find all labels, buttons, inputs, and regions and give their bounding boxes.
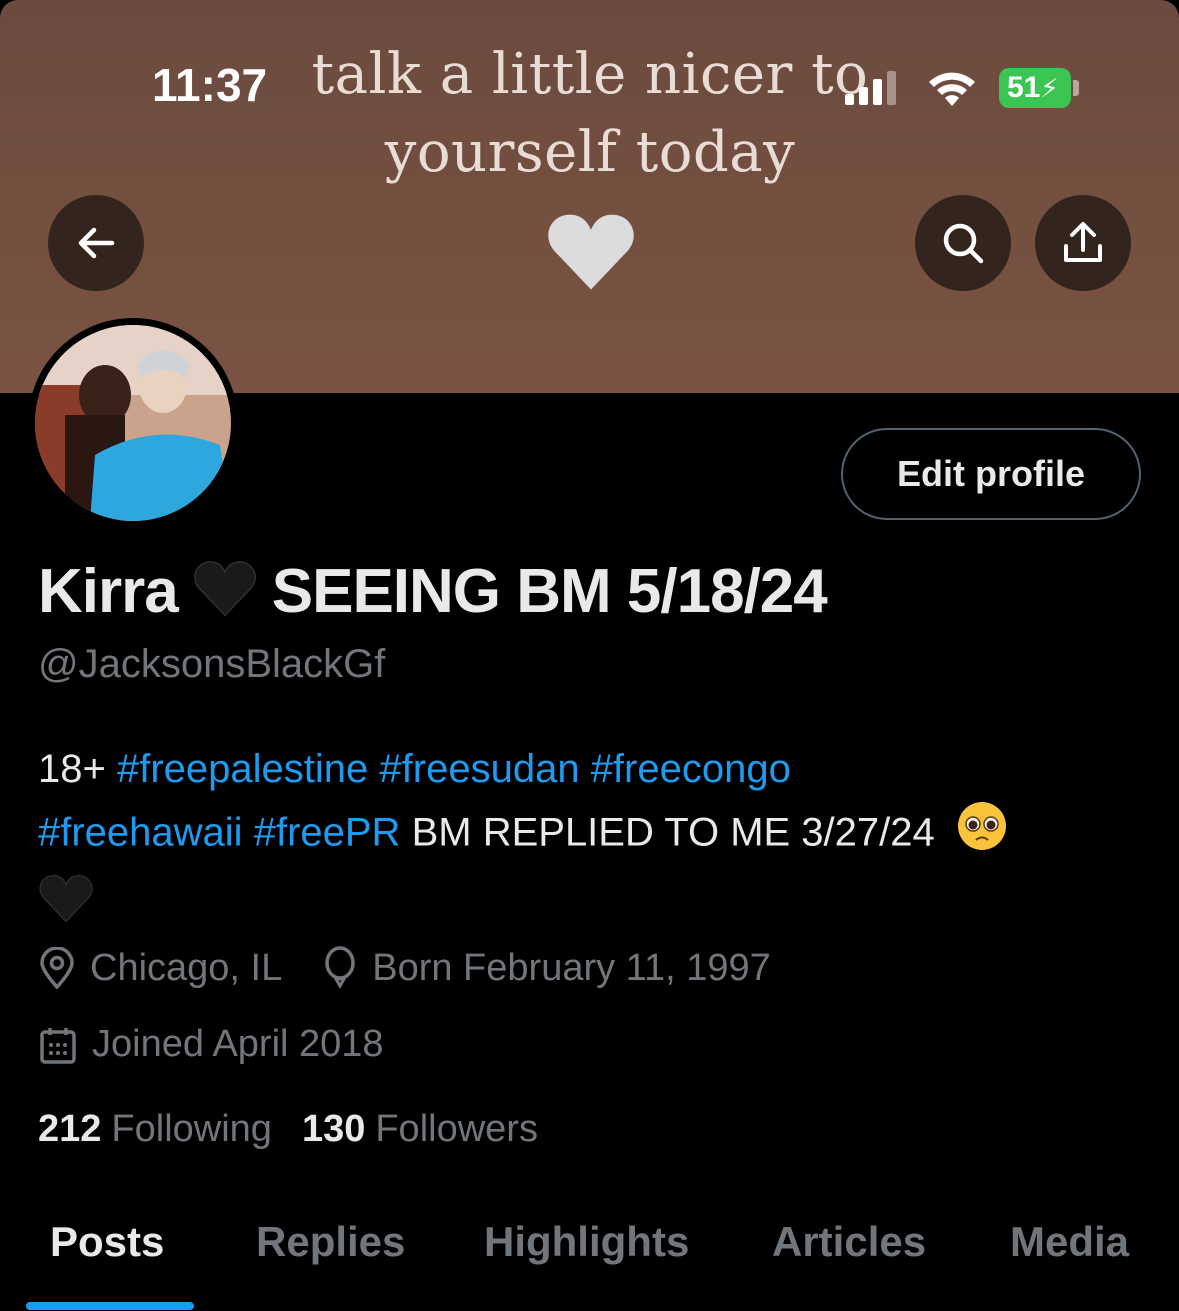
followers-label: Followers — [375, 1108, 538, 1150]
battery-indicator: 51⚡ — [999, 68, 1071, 108]
calendar-icon — [40, 1027, 76, 1064]
search-icon — [943, 223, 984, 264]
search-button[interactable] — [915, 195, 1011, 291]
display-name-first: Kirra — [38, 557, 179, 626]
followers-count: 130 — [301, 1108, 366, 1150]
birthday-text: Born February 11, 1997 — [372, 946, 771, 989]
joined-text: Joined April 2018 — [92, 1023, 384, 1065]
following-link[interactable]: 212 Following — [38, 1108, 272, 1151]
tab-media[interactable]: Media — [1010, 1218, 1129, 1266]
bio: 18+ #freepalestine #freesudan #freecongo… — [38, 738, 1138, 942]
user-handle: @JacksonsBlackGf — [38, 642, 386, 686]
profile-meta-row: Chicago, IL Born February 11, 1997 — [38, 946, 811, 990]
bio-text: BM REPLIED TO ME 3/27/24 — [411, 810, 935, 855]
follow-stats: 212 Following 130 Followers — [38, 1108, 568, 1151]
pleading-face-icon — [956, 800, 1008, 870]
avatar-photo — [35, 325, 231, 521]
hashtag-link[interactable]: #freecongo — [591, 747, 791, 791]
tab-replies[interactable]: Replies — [256, 1218, 405, 1266]
birthday-item: Born February 11, 1997 — [322, 946, 771, 990]
banner-quote-line2: yourself today — [384, 120, 796, 185]
tab-posts[interactable]: Posts — [50, 1218, 164, 1266]
display-name-rest: SEEING BM 5/18/24 — [271, 557, 828, 626]
location-item: Chicago, IL — [38, 947, 282, 990]
following-count: 212 — [38, 1108, 102, 1150]
followers-link[interactable]: 130 Followers — [302, 1108, 538, 1151]
profile-joined-row: Joined April 2018 — [38, 1023, 424, 1066]
balloon-icon — [325, 946, 355, 990]
back-button[interactable] — [48, 195, 144, 291]
wifi-icon — [929, 72, 975, 106]
edit-profile-button[interactable]: Edit profile — [841, 428, 1141, 520]
share-icon — [1064, 222, 1102, 262]
location-pin-icon — [40, 947, 74, 989]
active-tab-indicator — [26, 1302, 194, 1310]
avatar[interactable] — [28, 318, 238, 528]
black-heart-icon — [192, 558, 258, 633]
hashtag-link[interactable]: #freesudan — [379, 747, 579, 791]
share-button[interactable] — [1035, 195, 1131, 291]
tab-highlights[interactable]: Highlights — [484, 1218, 689, 1266]
display-name: Kirra SEEING BM 5/18/24 — [38, 556, 828, 633]
status-time: 11:37 — [152, 59, 268, 111]
hashtag-link[interactable]: #freePR — [254, 811, 401, 855]
arrow-left-icon — [78, 227, 115, 259]
location-text: Chicago, IL — [90, 946, 283, 989]
heart-icon — [548, 214, 634, 290]
bio-age: 18+ — [38, 747, 106, 791]
following-label: Following — [111, 1108, 272, 1150]
hashtag-link[interactable]: #freepalestine — [117, 747, 368, 791]
banner-quote-line1: talk a little nicer to — [311, 42, 869, 107]
black-heart-icon — [38, 872, 1138, 942]
joined-item: Joined April 2018 — [38, 1023, 384, 1066]
tab-articles[interactable]: Articles — [772, 1218, 926, 1266]
battery-tip — [1073, 80, 1079, 96]
profile-tabs: Posts Replies Highlights Articles Media — [0, 1210, 1179, 1311]
hashtag-link[interactable]: #freehawaii — [38, 811, 243, 855]
banner-quote: talk a little nicer to yourself today — [290, 36, 890, 192]
